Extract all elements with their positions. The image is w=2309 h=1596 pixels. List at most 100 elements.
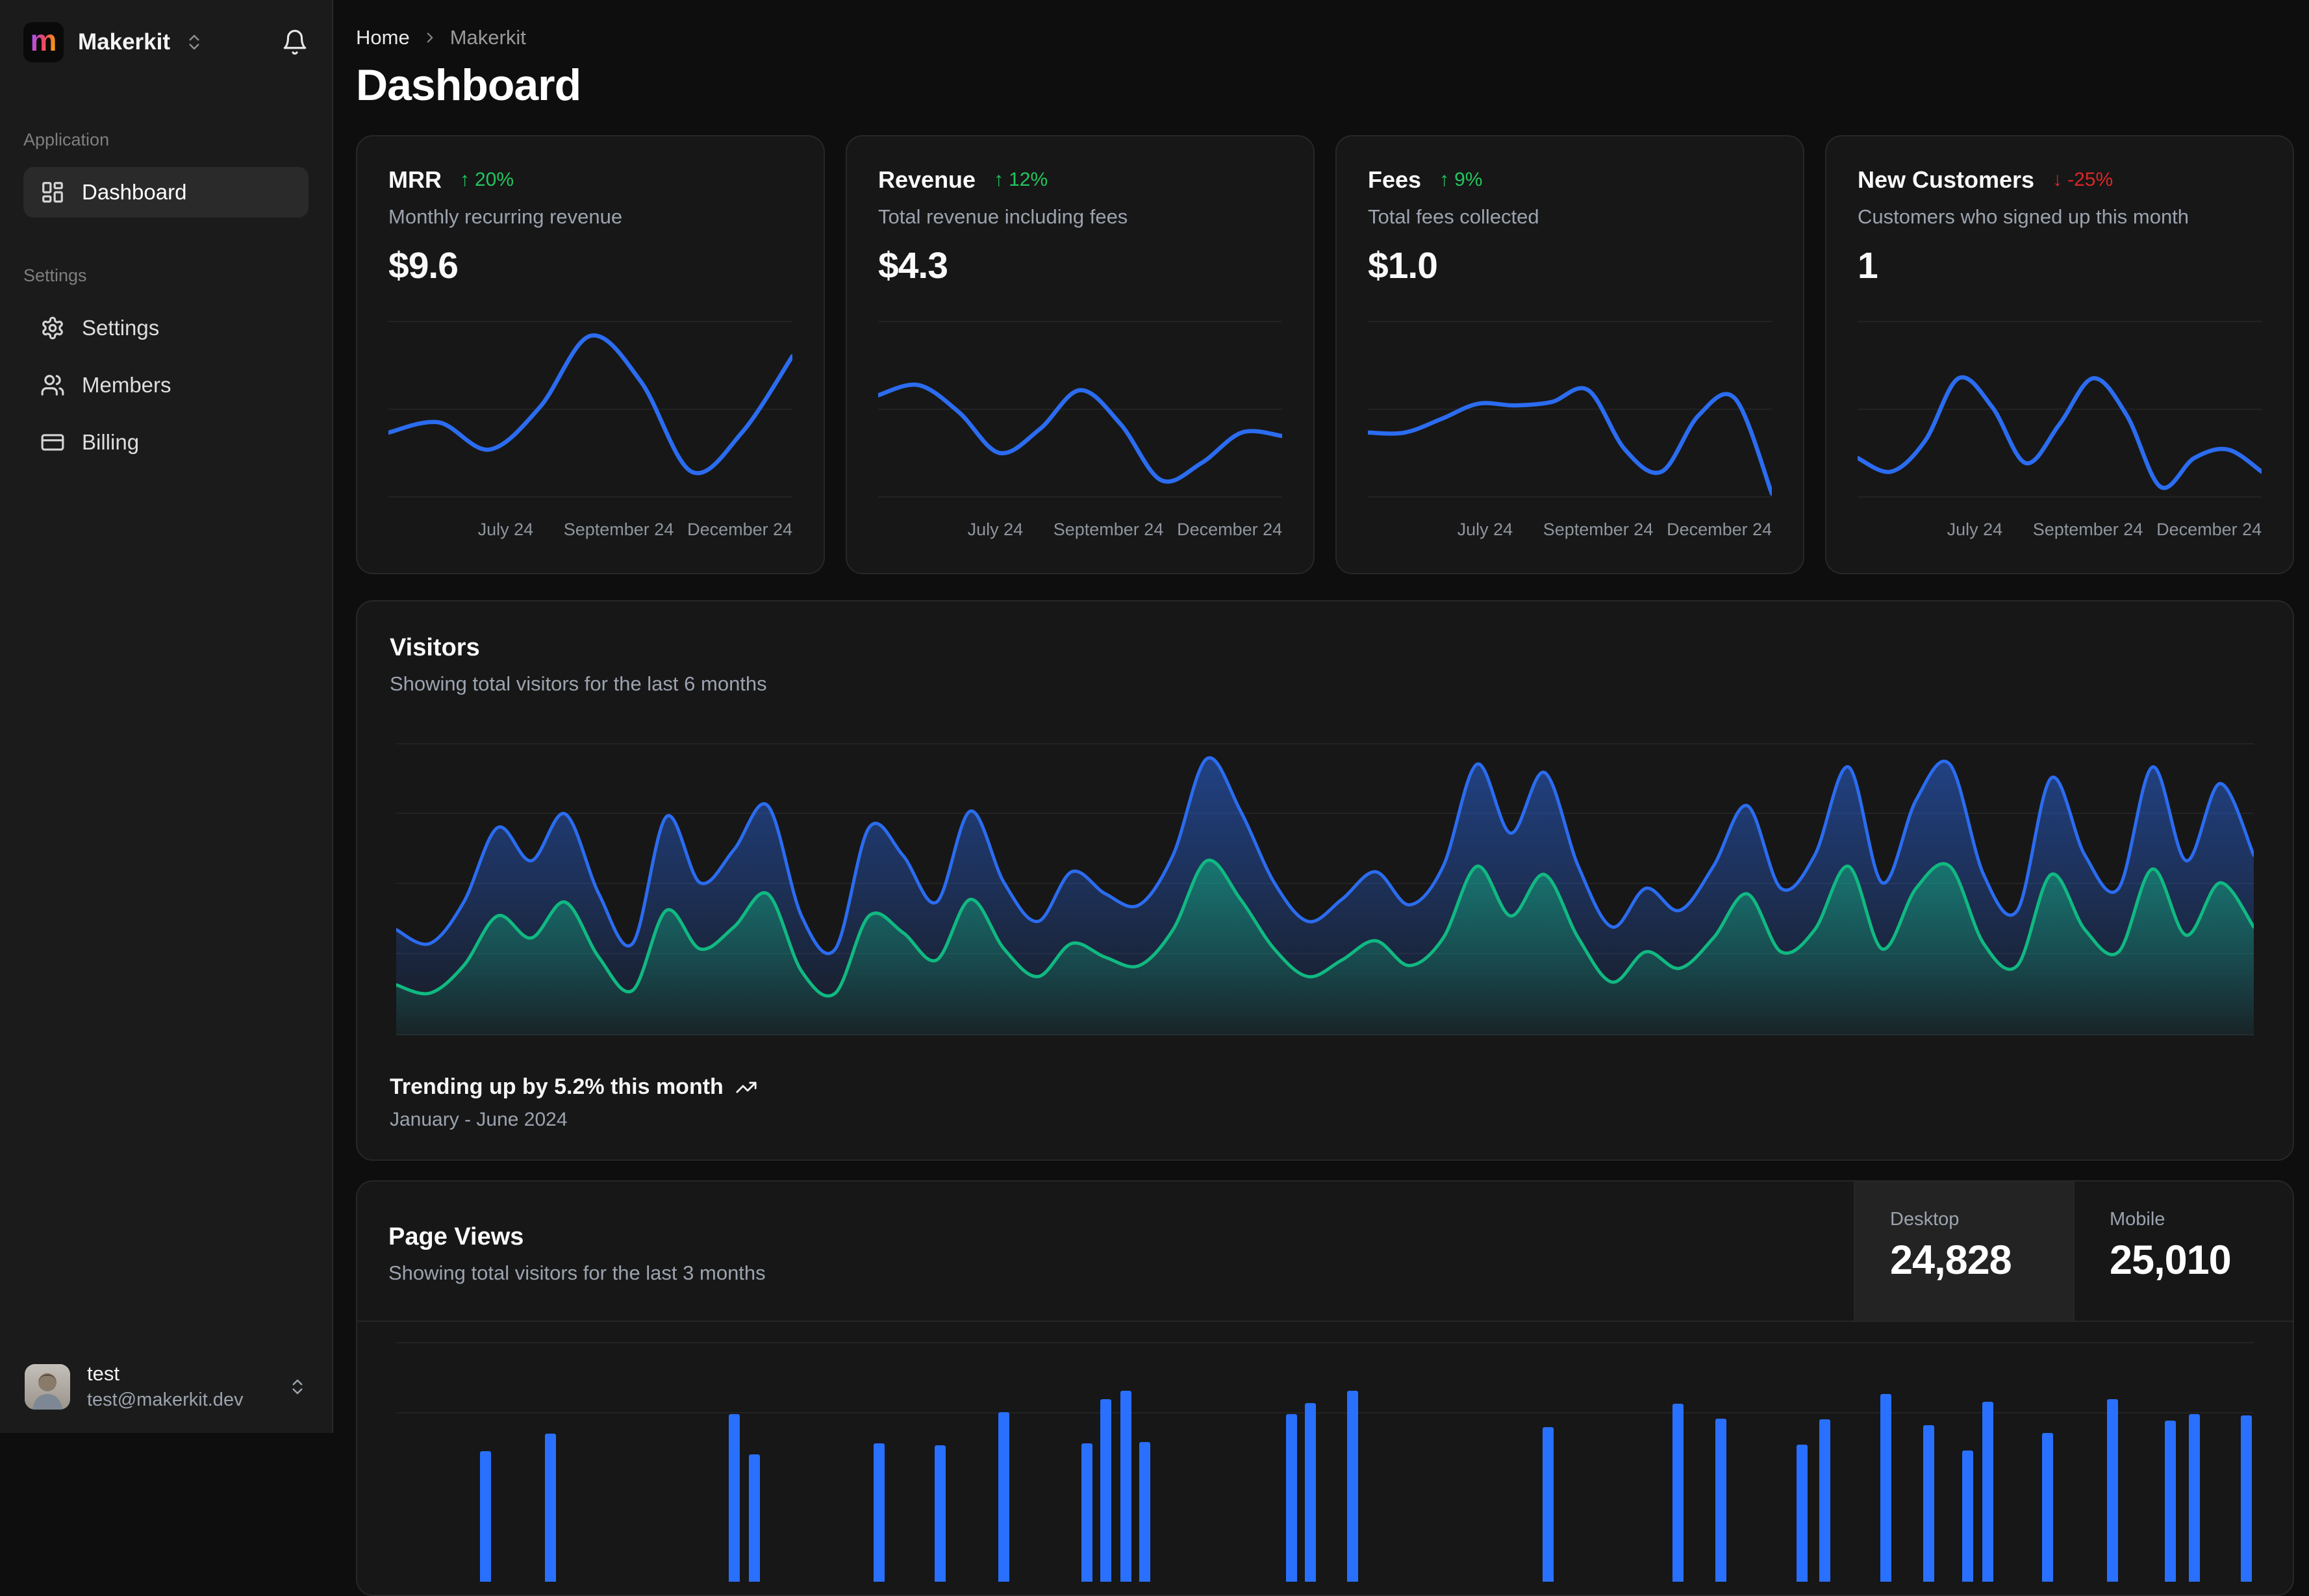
page-views-bar bbox=[2240, 1415, 2252, 1582]
visitors-card: Visitors Showing total visitors for the … bbox=[356, 600, 2294, 1161]
mobile-count: 25,010 bbox=[2110, 1237, 2232, 1283]
stat-card-mrr: MRR ↑ 20% Monthly recurring revenue $9.6 … bbox=[356, 135, 825, 574]
page-views-bar bbox=[1923, 1425, 1934, 1582]
sidebar-item-label: Settings bbox=[82, 316, 160, 340]
tab-mobile[interactable]: Mobile 25,010 bbox=[2073, 1182, 2293, 1321]
stat-value: 1 bbox=[1858, 245, 1878, 286]
page-views-bar bbox=[1081, 1443, 1093, 1582]
page-title: Dashboard bbox=[356, 60, 581, 110]
layout-dashboard-icon bbox=[40, 180, 65, 205]
page-views-bar bbox=[1982, 1402, 1994, 1582]
sparkline-chart bbox=[1368, 314, 1772, 509]
trend-badge: ↓ -25% bbox=[2052, 169, 2113, 190]
page-views-bar bbox=[1285, 1414, 1297, 1582]
breadcrumb: Home Makerkit bbox=[356, 26, 2294, 49]
trend-badge: ↑ 12% bbox=[994, 169, 1048, 190]
sidebar: m Makerkit Application Dashboard Setting… bbox=[0, 0, 333, 1433]
stat-value: $4.3 bbox=[878, 245, 948, 286]
page-views-bar bbox=[728, 1414, 740, 1582]
chevrons-up-down-icon bbox=[288, 1377, 307, 1397]
sidebar-item-dashboard[interactable]: Dashboard bbox=[23, 167, 309, 218]
stat-description: Total fees collected bbox=[1368, 205, 1539, 228]
page-views-bar bbox=[1347, 1391, 1359, 1582]
visitors-date-range: January - June 2024 bbox=[390, 1109, 568, 1130]
page-views-bar bbox=[1100, 1399, 1111, 1582]
visitors-area-chart bbox=[396, 733, 2254, 1035]
sidebar-item-settings[interactable]: Settings bbox=[23, 303, 309, 353]
page-views-bar bbox=[1542, 1427, 1554, 1582]
stat-description: Total revenue including fees bbox=[878, 205, 1128, 228]
sidebar-item-label: Billing bbox=[82, 430, 140, 454]
page-views-card: Page Views Showing total visitors for th… bbox=[356, 1180, 2294, 1596]
stat-title: Revenue bbox=[878, 166, 976, 193]
sparkline-x-labels: July 24 September 24 December 24 bbox=[967, 520, 1283, 539]
dashboard-page: { "sidebar": { "workspace": "Makerkit", … bbox=[0, 0, 2309, 1596]
sparkline-x-labels: July 24 September 24 December 24 bbox=[477, 520, 793, 539]
page-views-bar bbox=[544, 1434, 556, 1582]
user-menu[interactable]: test test@makerkit.dev bbox=[0, 1343, 332, 1433]
page-views-bar bbox=[2041, 1433, 2053, 1582]
sidebar-item-label: Members bbox=[82, 373, 171, 397]
page-views-bar bbox=[1120, 1391, 1132, 1582]
page-views-bar bbox=[1672, 1404, 1684, 1582]
page-views-bar bbox=[874, 1443, 885, 1582]
chevron-right-icon bbox=[422, 29, 438, 46]
notifications-bell-icon[interactable] bbox=[281, 29, 309, 56]
page-views-bar bbox=[479, 1451, 491, 1582]
page-views-header: Page Views Showing total visitors for th… bbox=[357, 1182, 2293, 1322]
page-views-subtitle: Showing total visitors for the last 3 mo… bbox=[388, 1261, 766, 1284]
user-texts: test test@makerkit.dev bbox=[87, 1362, 244, 1411]
page-views-bar bbox=[1139, 1442, 1150, 1582]
stat-cards-row: MRR ↑ 20% Monthly recurring revenue $9.6 … bbox=[356, 135, 2294, 574]
trend-badge: ↑ 9% bbox=[1439, 169, 1483, 190]
visitors-trend-text: Trending up by 5.2% this month bbox=[390, 1074, 724, 1099]
sidebar-item-label: Dashboard bbox=[82, 180, 187, 204]
stat-title: Fees bbox=[1368, 166, 1422, 193]
stat-description: Customers who signed up this month bbox=[1858, 205, 2189, 228]
arrow-up-icon: ↑ bbox=[1439, 169, 1450, 190]
page-views-bar bbox=[1819, 1419, 1830, 1582]
sidebar-section-settings: Settings bbox=[23, 266, 87, 285]
page-views-bar bbox=[749, 1454, 761, 1582]
sidebar-nav-application: Dashboard bbox=[23, 167, 309, 218]
sidebar-item-billing[interactable]: Billing bbox=[23, 417, 309, 468]
gear-icon bbox=[40, 316, 65, 340]
page-views-tabs: Desktop 24,828 Mobile 25,010 bbox=[1854, 1182, 2293, 1321]
chevrons-up-down-icon bbox=[184, 32, 204, 52]
makerkit-logo: m bbox=[23, 22, 64, 62]
page-views-bar bbox=[998, 1412, 1009, 1582]
arrow-up-icon: ↑ bbox=[994, 169, 1004, 190]
stat-value: $1.0 bbox=[1368, 245, 1438, 286]
page-views-bar bbox=[935, 1445, 946, 1582]
stat-card-new-customers: New Customers ↓ -25% Customers who signed… bbox=[1825, 135, 2294, 574]
trend-badge: ↑ 20% bbox=[459, 169, 514, 190]
page-views-bar bbox=[1715, 1419, 1726, 1582]
stat-value: $9.6 bbox=[388, 245, 459, 286]
workspace-switcher[interactable]: m Makerkit bbox=[23, 0, 309, 62]
tab-desktop[interactable]: Desktop 24,828 bbox=[1854, 1182, 2073, 1321]
main-content: Home Makerkit Dashboard MRR ↑ 20% Monthly… bbox=[333, 0, 2309, 1596]
sidebar-item-members[interactable]: Members bbox=[23, 360, 309, 411]
sparkline-chart bbox=[388, 314, 792, 509]
page-views-bar bbox=[1304, 1403, 1316, 1582]
credit-card-icon bbox=[40, 430, 65, 455]
breadcrumb-home-link[interactable]: Home bbox=[356, 26, 410, 49]
arrow-up-icon: ↑ bbox=[459, 169, 470, 190]
visitors-title: Visitors bbox=[390, 634, 480, 661]
page-views-bar bbox=[2188, 1414, 2200, 1582]
sparkline-x-labels: July 24 September 24 December 24 bbox=[1947, 520, 2262, 539]
breadcrumb-current: Makerkit bbox=[449, 26, 526, 49]
page-views-bar bbox=[2164, 1421, 2176, 1582]
sparkline-chart bbox=[878, 314, 1282, 509]
page-views-bar bbox=[1962, 1450, 1973, 1582]
stat-card-revenue: Revenue ↑ 12% Total revenue including fee… bbox=[846, 135, 1315, 574]
user-name: test bbox=[87, 1362, 120, 1385]
sparkline-x-labels: July 24 September 24 December 24 bbox=[1457, 520, 1773, 539]
user-email: test@makerkit.dev bbox=[87, 1389, 244, 1410]
sidebar-section-application: Application bbox=[23, 130, 110, 149]
desktop-count: 24,828 bbox=[1890, 1237, 2012, 1283]
page-views-bar bbox=[1797, 1445, 1808, 1582]
sparkline-chart bbox=[1858, 314, 2262, 509]
stat-title: New Customers bbox=[1858, 166, 2035, 193]
page-views-bar-chart bbox=[396, 1322, 2254, 1582]
